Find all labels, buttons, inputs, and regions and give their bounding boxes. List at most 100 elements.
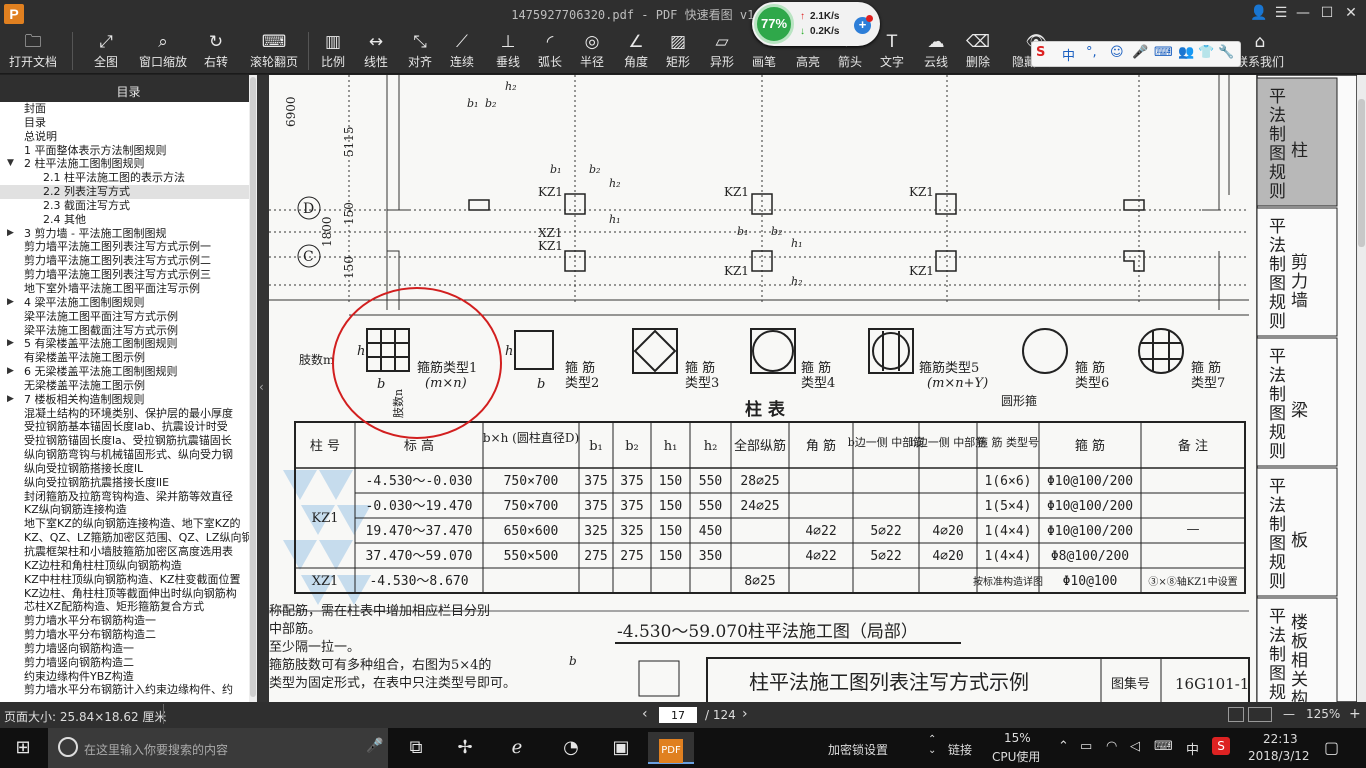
toc-item[interactable]: 封面: [0, 102, 249, 116]
ime-item-6[interactable]: 👥: [1178, 45, 1194, 60]
tray-encrypt-label[interactable]: 加密锁设置: [828, 741, 888, 758]
collapse-chevron-icon[interactable]: ‹: [259, 380, 264, 394]
toc-item[interactable]: ▶ 6 无梁楼盖平法施工图制图规则: [0, 365, 249, 379]
toolbar-button-9[interactable]: ⊥ 垂线: [490, 30, 526, 72]
toolbar-button-12[interactable]: ∠ 角度: [618, 30, 654, 72]
toc-item[interactable]: 有梁楼盖平法施工图示例: [0, 351, 249, 365]
toolbar-button-1[interactable]: ⤢ 全图: [88, 30, 124, 72]
zoom-level[interactable]: 125%: [1306, 707, 1340, 721]
toc-item[interactable]: 剪力墙水平分布钢筋计入约束边缘构件、约: [0, 683, 249, 697]
ime-item-7[interactable]: 👕: [1198, 45, 1214, 60]
toc-item[interactable]: 剪力墙平法施工图列表注写方式示例一: [0, 240, 249, 254]
toolbar-button-20[interactable]: ⌫ 删除: [960, 30, 996, 72]
toc-item[interactable]: 剪力墙水平分布钢筋构造一: [0, 614, 249, 628]
toolbar-button-11[interactable]: ◎ 半径: [574, 30, 610, 72]
toc-item[interactable]: ▶ 7 楼板相关构造制图规则: [0, 393, 249, 407]
toc-item[interactable]: 纵向钢筋弯钩与机械锚固形式、纵向受力钢: [0, 448, 249, 462]
toc-item[interactable]: KZ纵向钢筋连接构造: [0, 503, 249, 517]
ime-item-4[interactable]: 🎤: [1132, 45, 1148, 60]
prev-page-button[interactable]: ‹: [642, 706, 648, 722]
network-speed-widget[interactable]: 77% ↑ 2.1K/s ↓ 0.2K/s +: [752, 2, 880, 46]
toc-item[interactable]: 梁平法施工图截面注写方式示例: [0, 324, 249, 338]
toc-item[interactable]: 地下室KZ的纵向钢筋连接构造、地下室KZ的: [0, 517, 249, 531]
toc-item[interactable]: KZ、QZ、LZ箍筋加密区范围、QZ、LZ纵向钢: [0, 531, 249, 545]
task-view-icon[interactable]: ⧉: [393, 732, 439, 764]
toc-item[interactable]: 混凝土结构的环境类别、保护层的最小厚度: [0, 407, 249, 421]
toc-item[interactable]: 梁平法施工图平面注写方式示例: [0, 310, 249, 324]
close-button[interactable]: ✕: [1336, 2, 1366, 24]
ime-item-5[interactable]: ⌨: [1154, 45, 1173, 60]
ime-item-1[interactable]: 中: [1062, 45, 1075, 64]
toc-expand-icon[interactable]: ▶: [7, 227, 14, 241]
wifi-icon[interactable]: ◠: [1106, 739, 1117, 754]
pdf-viewer[interactable]: 6900 5115 1800 150 150 D C KZ1 XZ1 KZ1 K…: [269, 75, 1366, 702]
toc-item[interactable]: 总说明: [0, 130, 249, 144]
toc-item[interactable]: 地下室外墙平法施工图平面注写示例: [0, 282, 249, 296]
toc-item[interactable]: 目录: [0, 116, 249, 130]
toc-item[interactable]: 受拉钢筋锚固长度la、受拉钢筋抗震锚固长: [0, 434, 249, 448]
toc-item[interactable]: ▶ 3 剪力墙 - 平法施工图制图规: [0, 227, 249, 241]
windows-start-icon[interactable]: ⊞: [0, 732, 46, 764]
toc-expand-icon[interactable]: ▼: [7, 157, 14, 171]
toolbar-button-0[interactable]: 🗀 打开文档: [4, 30, 62, 72]
fan-app-icon[interactable]: ✢: [442, 732, 488, 764]
toc-item[interactable]: 剪力墙水平分布钢筋构造二: [0, 628, 249, 642]
ime-toolbar[interactable]: S 中 °, ☺ 🎤 ⌨ 👥 👕 🔧: [1031, 41, 1241, 67]
toc-item[interactable]: 2.1 柱平法施工图的表示方法: [0, 171, 249, 185]
toc-scroll-thumb[interactable]: [250, 77, 256, 697]
clock-date[interactable]: 2018/3/12: [1248, 749, 1310, 763]
single-page-view-icon[interactable]: [1228, 707, 1244, 722]
battery-icon[interactable]: ▭: [1080, 739, 1092, 754]
toolbar-button-8[interactable]: ⟋ 连续: [444, 30, 480, 72]
toc-item[interactable]: ▶ 5 有梁楼盖平法施工图制图规则: [0, 337, 249, 351]
toc-item[interactable]: ▶ 4 梁平法施工图制图规则: [0, 296, 249, 310]
zoom-out-button[interactable]: —: [1283, 707, 1295, 721]
microphone-icon[interactable]: 🎤: [366, 738, 383, 754]
pdf-viewer-taskbar-icon[interactable]: PDF: [648, 732, 694, 764]
clock-time[interactable]: 22:13: [1263, 732, 1298, 746]
toc-item[interactable]: 纵向受拉钢筋搭接长度lL: [0, 462, 249, 476]
viewer-scroll-thumb[interactable]: [1358, 99, 1365, 247]
tray-expand-icon[interactable]: ⌃: [1058, 739, 1069, 754]
sogou-ime-icon[interactable]: S: [1212, 737, 1230, 755]
toolbar-button-13[interactable]: ▨ 矩形: [660, 30, 696, 72]
toc-item[interactable]: 2.2 列表注写方式: [0, 185, 249, 199]
toc-item[interactable]: 1 平面整体表示方法制图规则: [0, 144, 249, 158]
toolbar-button-5[interactable]: ▥ 比例: [316, 30, 350, 72]
tray-scroll-arrows[interactable]: ⌃ ⌄: [928, 734, 936, 756]
toc-item[interactable]: 封闭箍筋及拉筋弯钩构造、梁并筋等效直径: [0, 490, 249, 504]
toc-item[interactable]: ▼ 2 柱平法施工图制图规则: [0, 157, 249, 171]
input-language[interactable]: 中: [1186, 739, 1199, 758]
toc-item[interactable]: KZ边柱、角柱柱顶等截面伸出时纵向钢筋构: [0, 587, 249, 601]
toc-expand-icon[interactable]: ▶: [7, 296, 14, 310]
toolbar-button-3[interactable]: ↻ 右转: [198, 30, 234, 72]
toc-expand-icon[interactable]: ▶: [7, 365, 14, 379]
toc-item[interactable]: 受拉钢筋基本锚固长度lab、抗震设计时受: [0, 420, 249, 434]
tray-link-label[interactable]: 链接: [948, 741, 972, 758]
toc-item[interactable]: 剪力墙平法施工图列表注写方式示例三: [0, 268, 249, 282]
toc-item[interactable]: 剪力墙竖向钢筋构造一: [0, 642, 249, 656]
toolbar-button-19[interactable]: ☁ 云线: [918, 30, 954, 72]
zoom-in-button[interactable]: +: [1349, 706, 1361, 722]
next-page-button[interactable]: ›: [742, 706, 748, 722]
ime-item-3[interactable]: ☺: [1110, 45, 1124, 60]
keyboard-icon[interactable]: ⌨: [1154, 739, 1173, 754]
toolbar-button-6[interactable]: ↔ 线性: [358, 30, 394, 72]
viewer-scrollbar[interactable]: [1357, 75, 1366, 702]
ime-item-2[interactable]: °,: [1086, 45, 1097, 60]
toc-item[interactable]: 2.4 其他: [0, 213, 249, 227]
toc-item[interactable]: 无梁楼盖平法施工图示例: [0, 379, 249, 393]
file-manager-icon[interactable]: ▣: [598, 732, 644, 764]
toolbar-button-7[interactable]: ⤡ 对齐: [402, 30, 438, 72]
sidebar-collapse-handle[interactable]: ‹: [257, 75, 269, 702]
toc-item[interactable]: 芯柱XZ配筋构造、矩形箍筋复合方式: [0, 600, 249, 614]
toolbar-button-18[interactable]: T 文字: [874, 30, 910, 72]
notification-icon[interactable]: ▢: [1324, 738, 1339, 757]
toc-scrollbar[interactable]: [249, 75, 257, 702]
toc-item[interactable]: 约束边缘构件YBZ构造: [0, 670, 249, 684]
ime-item-0[interactable]: S: [1036, 45, 1045, 60]
toolbar-button-14[interactable]: ▱ 异形: [704, 30, 740, 72]
toc-item[interactable]: 纵向受拉钢筋抗震搭接长度llE: [0, 476, 249, 490]
ime-item-8[interactable]: 🔧: [1218, 45, 1234, 60]
chat-app-icon[interactable]: ◔: [548, 732, 594, 764]
